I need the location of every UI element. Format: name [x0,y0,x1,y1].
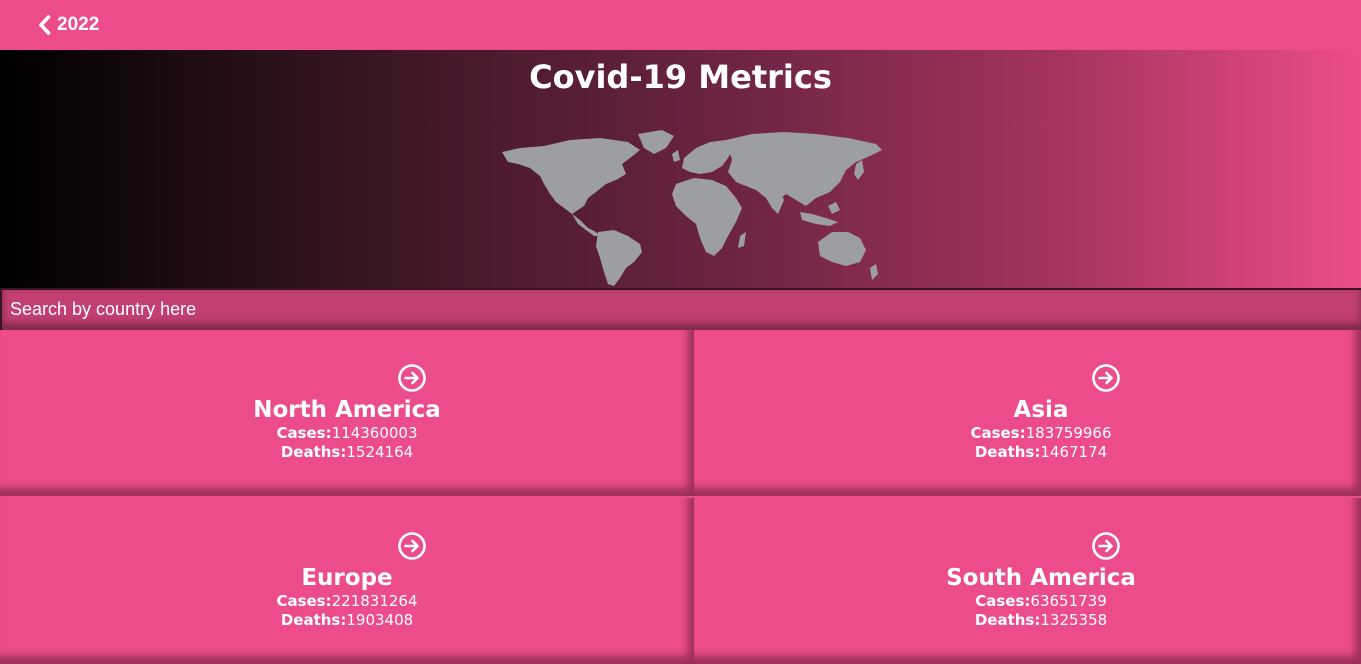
search-bar [0,288,1361,330]
deaths-line: Deaths:1903408 [247,611,447,630]
region-name: South America [946,565,1136,591]
cases-line: Cases:63651739 [941,592,1141,611]
cases-label: Cases: [276,592,332,610]
arrow-right-circle-icon[interactable] [397,531,427,561]
region-info: North America Cases:114360003 Deaths:152… [247,396,447,462]
region-card-asia[interactable]: Asia Cases:183759966 Deaths:1467174 [694,330,1361,496]
deaths-line: Deaths:1467174 [941,443,1141,462]
page-title: Covid-19 Metrics [529,58,832,96]
deaths-value: 1325358 [1040,611,1108,629]
chevron-left-icon [39,15,51,35]
cases-value: 183759966 [1025,424,1112,442]
region-name: North America [253,397,441,423]
region-grid: North America Cases:114360003 Deaths:152… [0,330,1361,664]
top-nav-bar: 2022 [0,0,1361,50]
region-name: Europe [301,565,393,591]
cases-value: 114360003 [331,424,418,442]
world-map-image [502,130,882,286]
deaths-label: Deaths: [280,443,347,461]
deaths-value: 1467174 [1040,443,1108,461]
region-info: South America Cases:63651739 Deaths:1325… [941,564,1141,630]
region-name: Asia [1013,397,1069,423]
deaths-value: 1903408 [346,611,414,629]
arrow-right-circle-icon[interactable] [397,363,427,393]
arrow-right-circle-icon[interactable] [1091,531,1121,561]
region-card-south-america[interactable]: South America Cases:63651739 Deaths:1325… [694,498,1361,664]
search-input[interactable] [2,290,1361,328]
region-card-europe[interactable]: Europe Cases:221831264 Deaths:1903408 [0,498,694,664]
deaths-label: Deaths: [974,443,1041,461]
deaths-line: Deaths:1524164 [247,443,447,462]
cases-line: Cases:221831264 [247,592,447,611]
cases-label: Cases: [970,424,1026,442]
region-card-north-america[interactable]: North America Cases:114360003 Deaths:152… [0,330,694,496]
deaths-line: Deaths:1325358 [941,611,1141,630]
cases-value: 221831264 [331,592,418,610]
cases-line: Cases:114360003 [247,424,447,443]
cases-label: Cases: [975,592,1031,610]
cases-line: Cases:183759966 [941,424,1141,443]
back-button-label: 2022 [57,14,100,35]
cases-label: Cases: [276,424,332,442]
hero-banner: Covid-19 Metrics [0,50,1361,288]
region-info: Europe Cases:221831264 Deaths:1903408 [247,564,447,630]
deaths-label: Deaths: [974,611,1041,629]
arrow-right-circle-icon[interactable] [1091,363,1121,393]
cases-value: 63651739 [1030,592,1107,610]
deaths-value: 1524164 [346,443,414,461]
region-info: Asia Cases:183759966 Deaths:1467174 [941,396,1141,462]
back-button[interactable]: 2022 [38,14,99,36]
deaths-label: Deaths: [280,611,347,629]
